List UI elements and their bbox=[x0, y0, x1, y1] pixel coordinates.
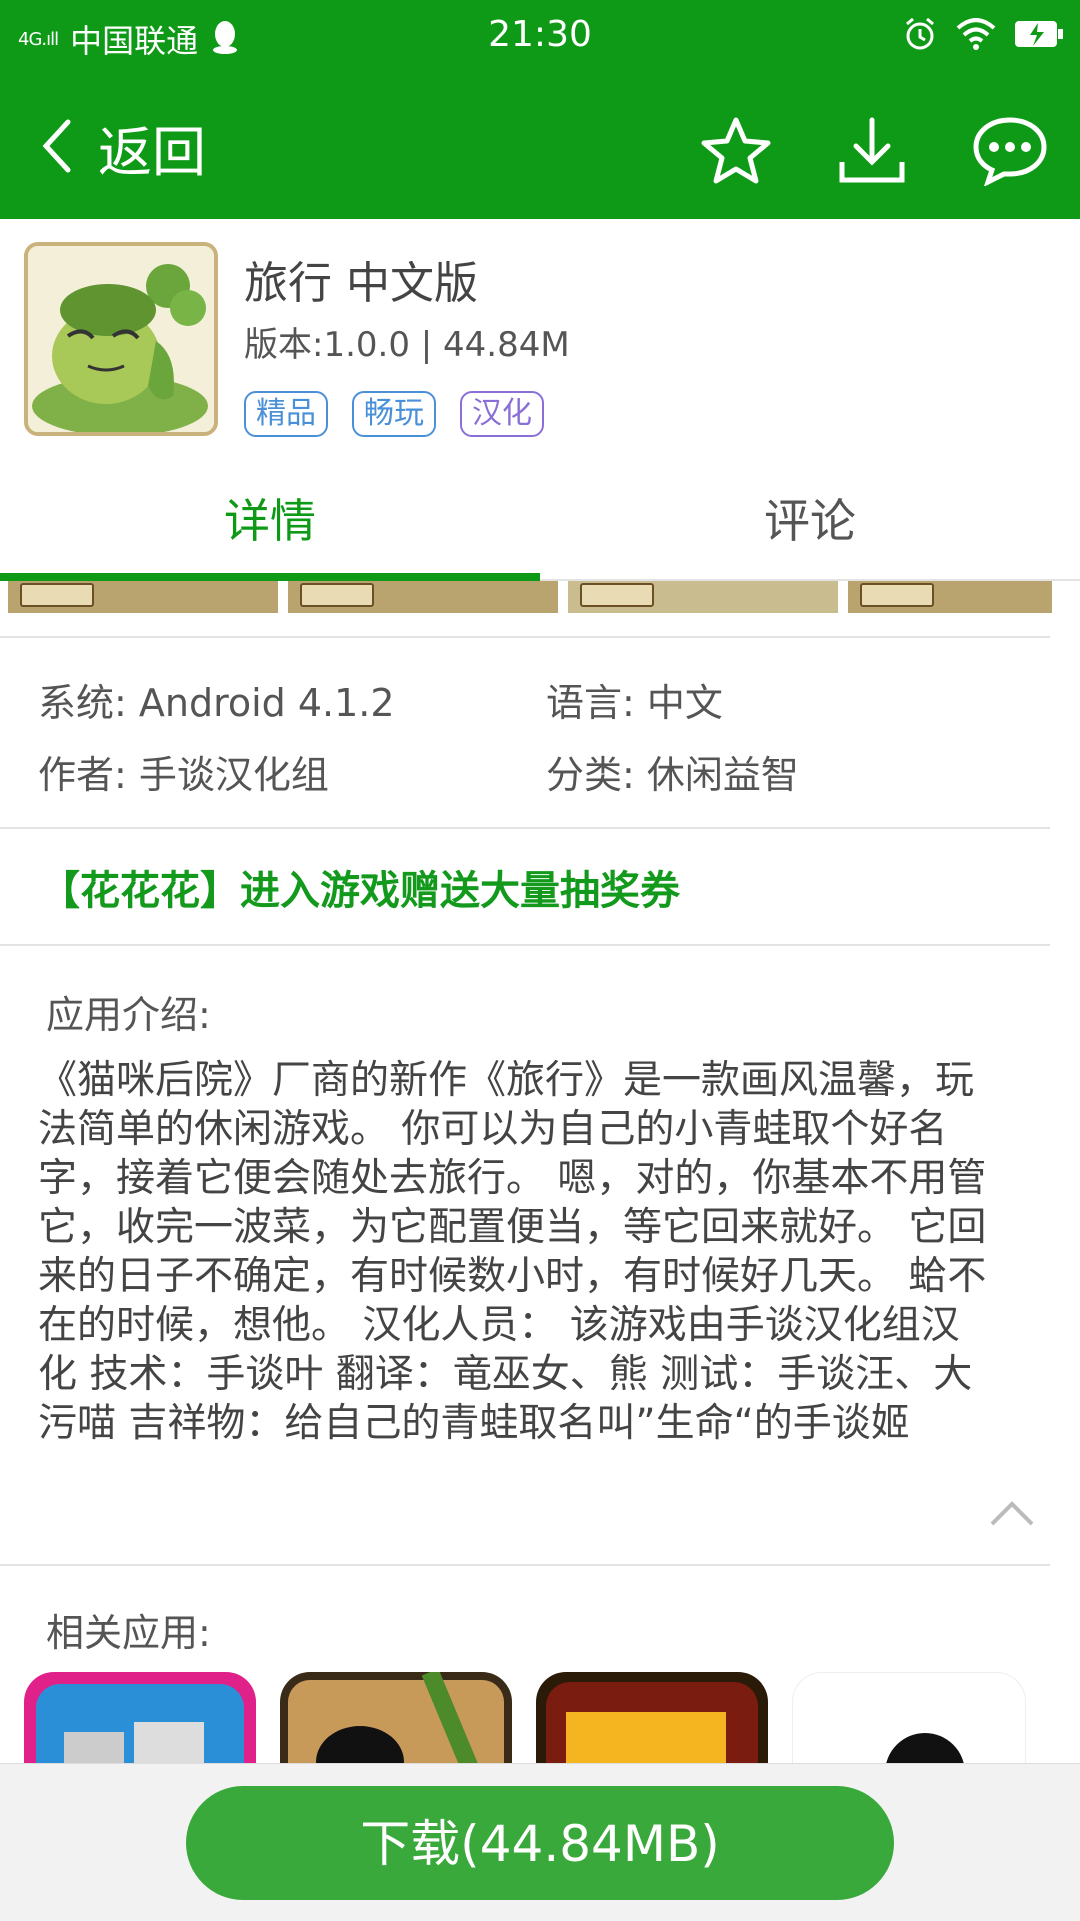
divider bbox=[0, 944, 1050, 946]
tag-badge: 汉化 bbox=[460, 391, 544, 437]
app-icon-frog bbox=[24, 242, 218, 436]
back-button[interactable]: 返回 bbox=[40, 108, 206, 187]
screenshot-thumbnail[interactable] bbox=[8, 581, 278, 613]
divider bbox=[0, 1564, 1050, 1566]
status-bar: 4G.ıll 中国联通 21:30 bbox=[0, 0, 1080, 78]
screenshot-strip[interactable] bbox=[8, 581, 1052, 613]
divider bbox=[0, 827, 1050, 829]
info-author: 作者: 手谈汉化组 bbox=[38, 753, 329, 797]
intro-text: 《猫咪后院》厂商的新作《旅行》是一款画风温馨，玩法简单的休闲游戏。 你可以为自己… bbox=[38, 1058, 987, 1446]
download-button[interactable]: 下载(44.84MB) bbox=[186, 1786, 894, 1900]
wifi-icon bbox=[956, 18, 996, 54]
app-version-size: 版本:1.0.0 | 44.84M bbox=[244, 325, 570, 365]
back-label: 返回 bbox=[98, 121, 206, 184]
active-tab-indicator bbox=[0, 573, 540, 581]
chevron-up-icon[interactable] bbox=[990, 1500, 1034, 1526]
related-title: 相关应用: bbox=[46, 1611, 211, 1655]
tag-badge: 畅玩 bbox=[352, 391, 436, 437]
info-system: 系统: Android 4.1.2 bbox=[38, 681, 395, 725]
app-name: 旅行 中文版 bbox=[244, 258, 478, 309]
info-language: 语言: 中文 bbox=[546, 681, 723, 725]
tab-details[interactable]: 详情 bbox=[0, 459, 540, 579]
promo-link[interactable]: 【花花花】进入游戏赠送大量抽奖券 bbox=[40, 858, 680, 916]
title-bar: 返回 bbox=[0, 78, 1080, 219]
download-icon[interactable] bbox=[836, 114, 908, 190]
battery-icon bbox=[1014, 19, 1064, 53]
star-icon[interactable] bbox=[700, 114, 772, 190]
alarm-icon bbox=[902, 16, 938, 56]
screenshot-thumbnail[interactable] bbox=[288, 581, 558, 613]
app-tags: 精品 畅玩 汉化 bbox=[244, 391, 544, 437]
intro-title: 应用介绍: bbox=[46, 993, 211, 1037]
tab-bar: 详情 评论 bbox=[0, 459, 1080, 581]
screenshot-thumbnail[interactable] bbox=[848, 581, 1052, 613]
app-header: 旅行 中文版 版本:1.0.0 | 44.84M 精品 畅玩 汉化 bbox=[0, 219, 1080, 459]
info-category: 分类: 休闲益智 bbox=[546, 753, 799, 797]
chevron-left-icon bbox=[40, 116, 74, 180]
chat-icon[interactable] bbox=[972, 114, 1048, 190]
divider bbox=[0, 636, 1050, 638]
tag-badge: 精品 bbox=[244, 391, 328, 437]
bottom-bar: 下载(44.84MB) bbox=[0, 1763, 1080, 1921]
tab-comments[interactable]: 评论 bbox=[540, 459, 1080, 579]
screenshot-thumbnail[interactable] bbox=[568, 581, 838, 613]
